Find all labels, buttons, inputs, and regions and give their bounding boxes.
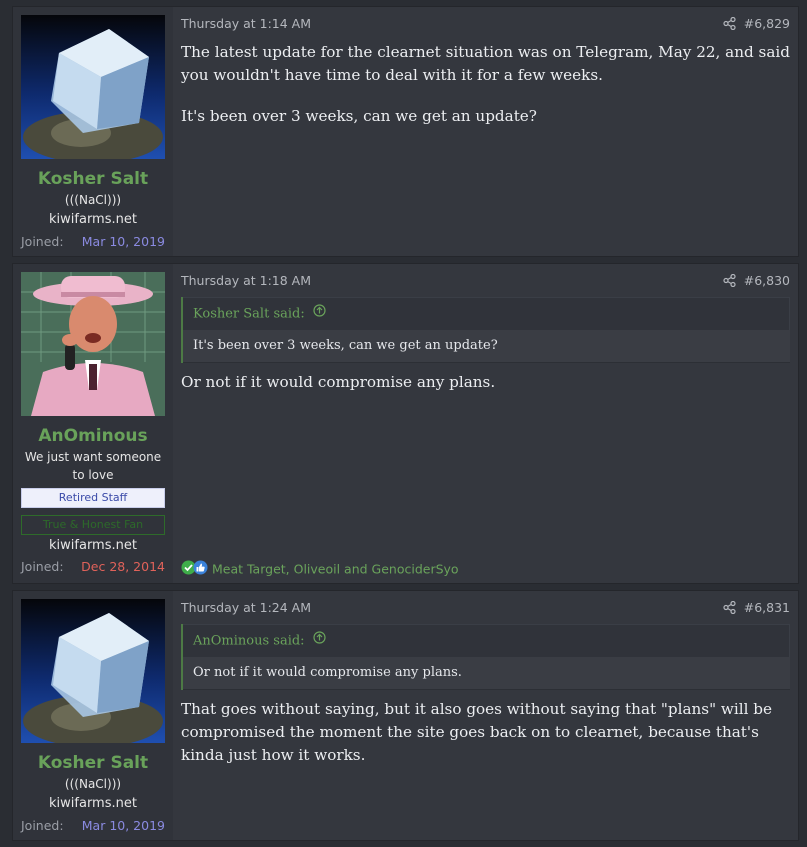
username[interactable]: Kosher Salt <box>13 753 173 773</box>
staff-banner: Retired Staff <box>21 488 165 508</box>
joined-label: Joined: <box>21 818 64 833</box>
quote-text: Or not if it would compromise any plans. <box>183 657 790 689</box>
quote-header[interactable]: AnOminous said: <box>183 624 790 657</box>
post-paragraph: It's been over 3 weeks, can we get an up… <box>181 107 537 125</box>
joined-label: Joined: <box>21 234 64 249</box>
reaction-users[interactable]: Meat Target, Oliveoil and GenociderSyo <box>212 562 459 577</box>
post: Kosher Salt (((NaCl))) kiwifarms.net Joi… <box>12 590 799 841</box>
post-number[interactable]: #6,830 <box>744 273 790 288</box>
post-date[interactable]: Thursday at 1:18 AM <box>181 273 311 288</box>
post-paragraph: The latest update for the clearnet situa… <box>181 43 790 84</box>
share-icon[interactable] <box>723 273 736 290</box>
joined-date: Dec 28, 2014 <box>81 559 165 574</box>
quote-block: Kosher Salt said: It's been over 3 weeks… <box>181 297 790 363</box>
user-title: We just want someone to love <box>24 450 162 482</box>
joined-date: Mar 10, 2019 <box>81 234 165 249</box>
post-paragraph: That goes without saying, but it also go… <box>181 700 772 764</box>
username[interactable]: Kosher Salt <box>13 169 173 189</box>
post-number-link[interactable]: #6,831 <box>723 600 790 617</box>
post-number-link[interactable]: #6,829 <box>723 16 790 33</box>
post-number-link[interactable]: #6,830 <box>723 273 790 290</box>
quote-header[interactable]: Kosher Salt said: <box>183 297 790 330</box>
post-number[interactable]: #6,831 <box>744 600 790 615</box>
quote-author[interactable]: AnOminous said: <box>193 634 305 649</box>
user-panel: AnOminous We just want someone to love R… <box>13 264 173 583</box>
avatar[interactable] <box>21 272 165 416</box>
arrow-up-circle-icon[interactable] <box>313 625 326 657</box>
avatar[interactable] <box>21 599 165 743</box>
post-paragraph: Or not if it would compromise any plans. <box>181 373 496 391</box>
user-site: kiwifarms.net <box>49 538 137 553</box>
post: Kosher Salt (((NaCl))) kiwifarms.net Joi… <box>12 6 799 257</box>
post: AnOminous We just want someone to love R… <box>12 263 799 584</box>
post-main: Thursday at 1:14 AM #6,829 The latest up… <box>181 7 790 256</box>
fan-banner: True & Honest Fan <box>21 515 165 535</box>
reactions-bar[interactable]: Meat Target, Oliveoil and GenociderSyo <box>181 560 459 578</box>
post-body: That goes without saying, but it also go… <box>181 698 790 785</box>
post-main: Thursday at 1:18 AM #6,830 Kosher Salt s… <box>181 264 790 583</box>
share-icon[interactable] <box>723 600 736 617</box>
post-main: Thursday at 1:24 AM #6,831 AnOminous sai… <box>181 591 790 840</box>
arrow-up-circle-icon[interactable] <box>313 298 326 330</box>
user-panel: Kosher Salt (((NaCl))) kiwifarms.net Joi… <box>13 7 173 256</box>
post-date[interactable]: Thursday at 1:24 AM <box>181 600 311 615</box>
quote-text: It's been over 3 weeks, can we get an up… <box>183 330 790 362</box>
avatar[interactable] <box>21 15 165 159</box>
post-body: The latest update for the clearnet situa… <box>181 41 790 146</box>
share-icon[interactable] <box>723 16 736 33</box>
post-date[interactable]: Thursday at 1:14 AM <box>181 16 311 31</box>
user-site: kiwifarms.net <box>49 796 137 811</box>
user-panel: Kosher Salt (((NaCl))) kiwifarms.net Joi… <box>13 591 173 840</box>
joined-date: Mar 10, 2019 <box>81 818 165 833</box>
joined-label: Joined: <box>21 559 64 574</box>
user-site: kiwifarms.net <box>49 212 137 227</box>
thumbs-up-reaction-icon <box>193 560 208 578</box>
username[interactable]: AnOminous <box>13 426 173 446</box>
quote-block: AnOminous said: Or not if it would compr… <box>181 624 790 690</box>
quote-author[interactable]: Kosher Salt said: <box>193 307 305 322</box>
post-body: Or not if it would compromise any plans. <box>181 371 790 412</box>
user-title: (((NaCl))) <box>64 193 122 207</box>
user-title: (((NaCl))) <box>64 777 122 791</box>
post-number[interactable]: #6,829 <box>744 16 790 31</box>
